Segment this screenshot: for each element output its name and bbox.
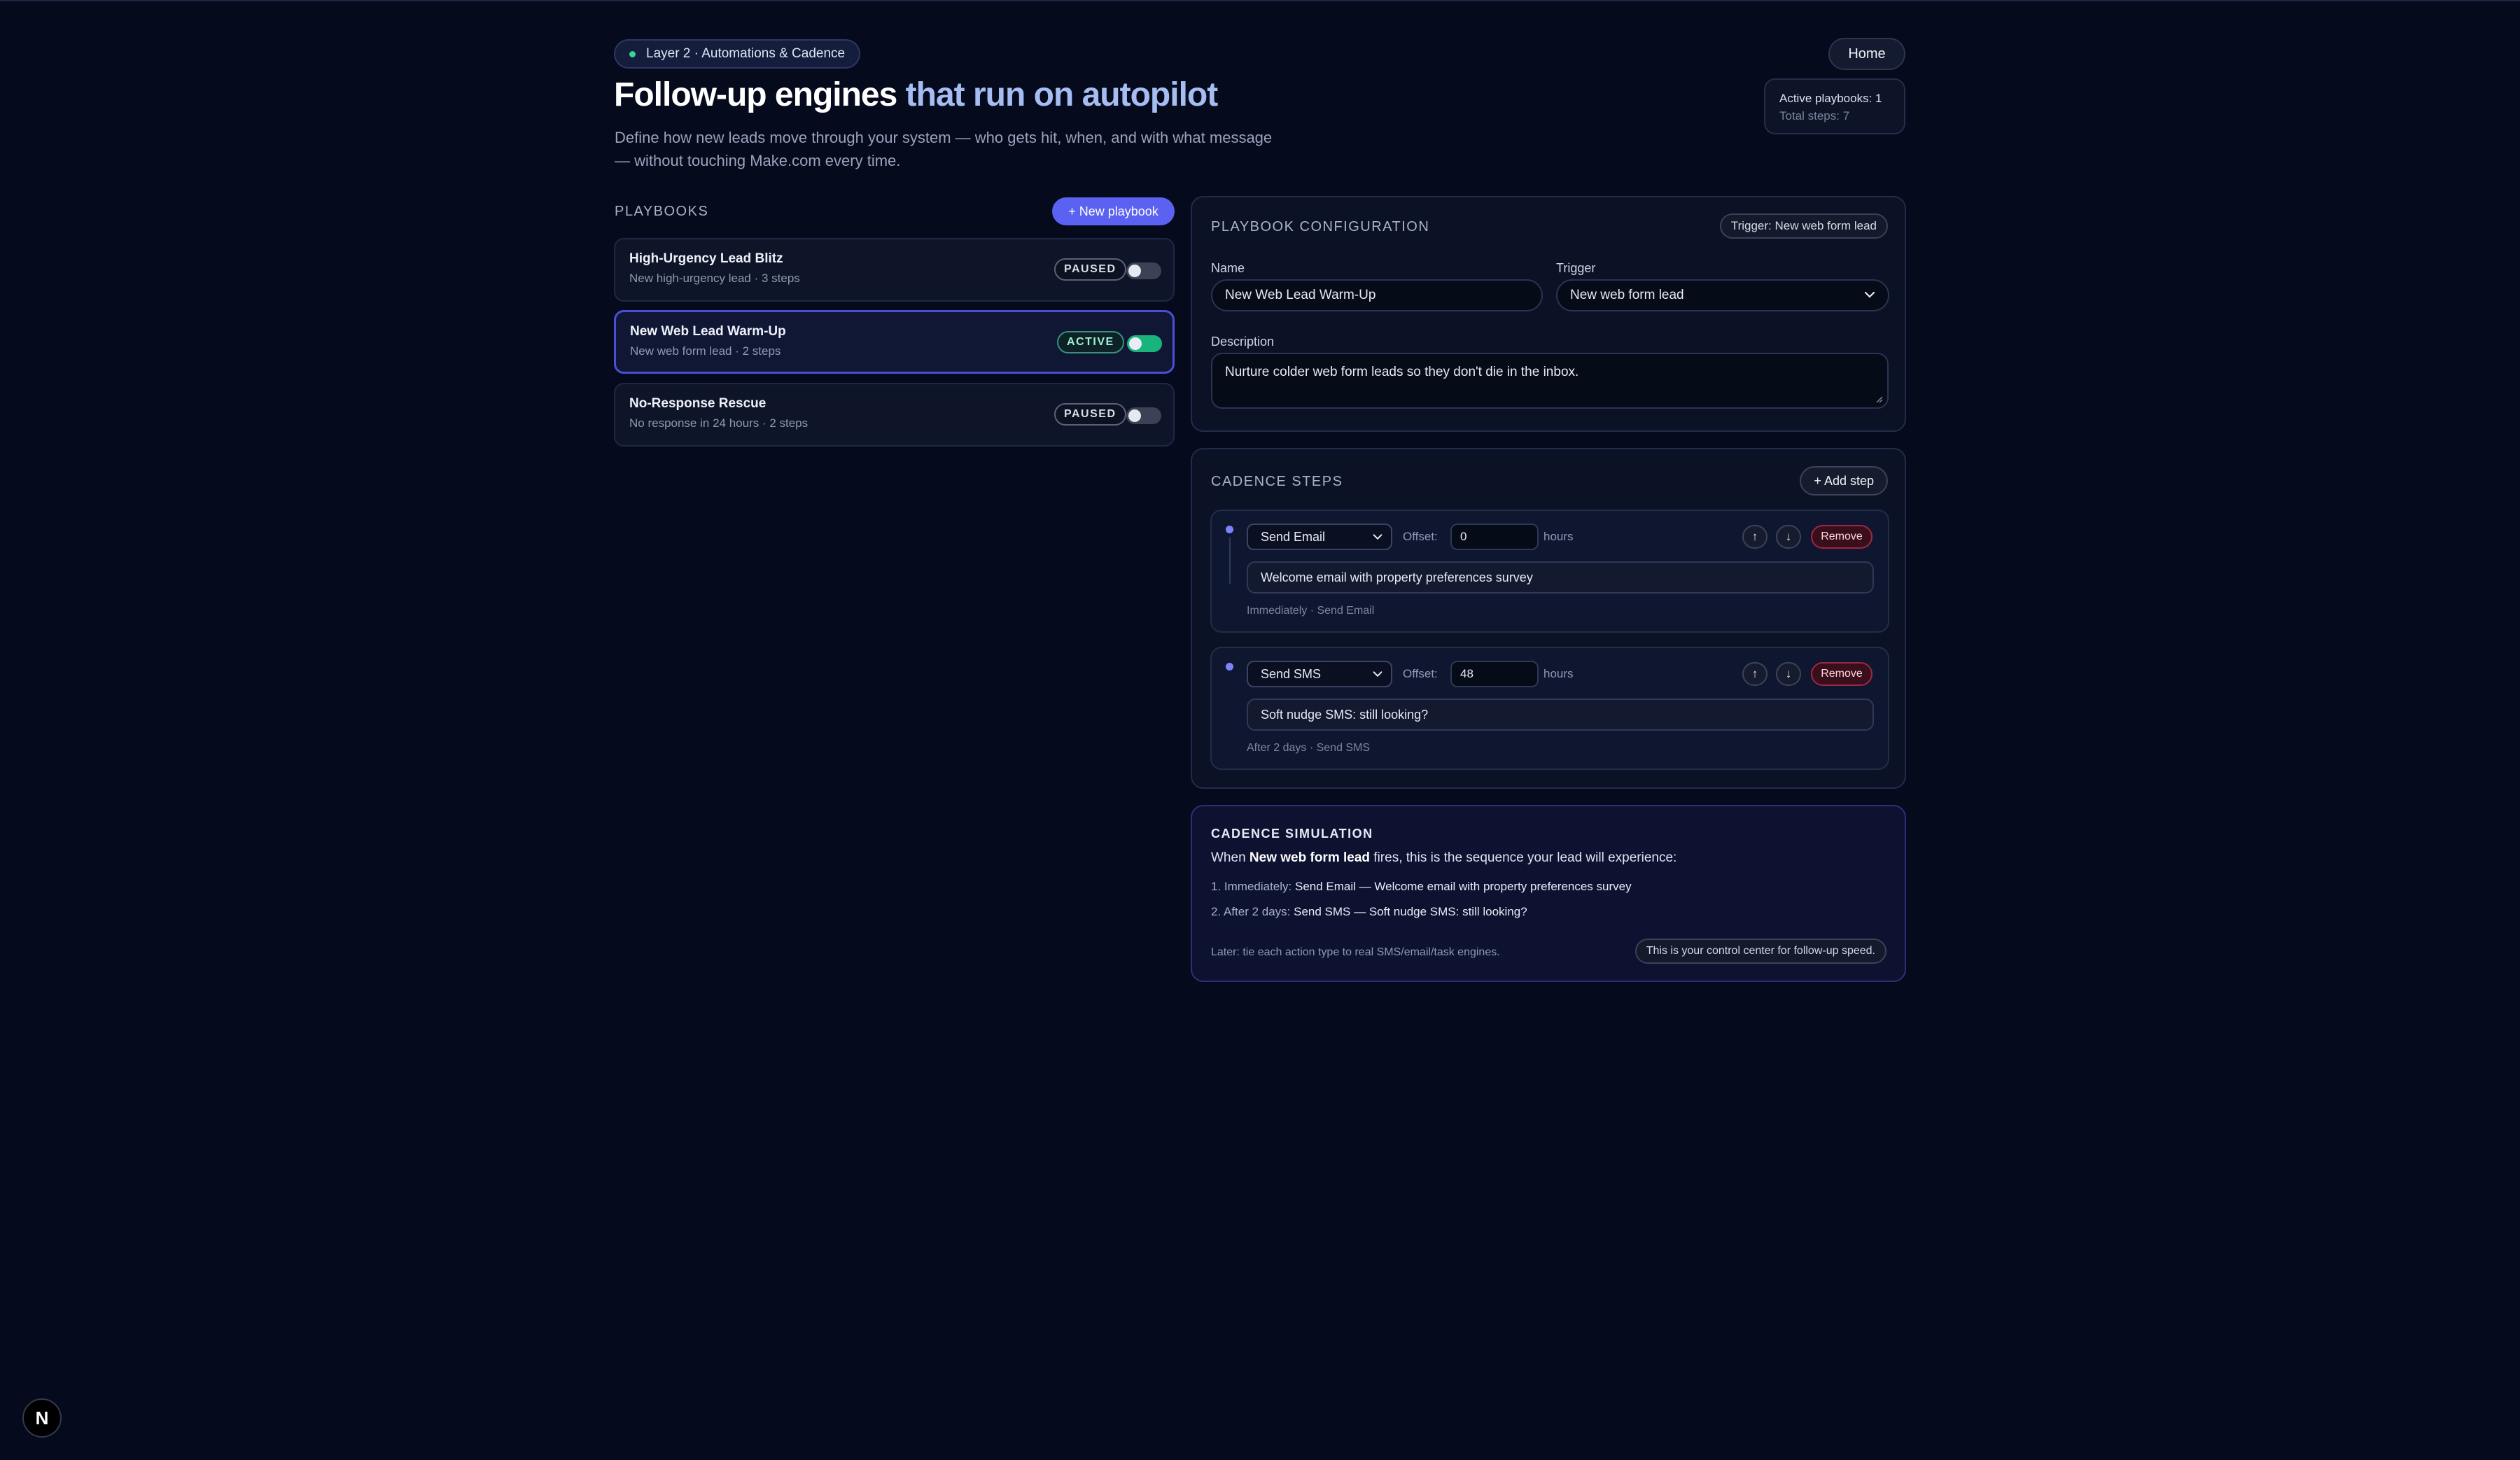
- intro-pre: When: [1211, 850, 1250, 865]
- simulation-note: Later: tie each action type to real SMS/…: [1211, 946, 1500, 958]
- sim-what: Send SMS — Soft nudge SMS: still looking…: [1294, 905, 1527, 918]
- playbook-name: High-Urgency Lead Blitz: [629, 251, 783, 266]
- sim-what: Send Email — Welcome email with property…: [1295, 880, 1632, 893]
- simulation-step: 2. After 2 days: Send SMS — Soft nudge S…: [1211, 905, 1527, 919]
- step-card: Send SMS Offset: 48 hours ↑ ↓ Remove Sof…: [1210, 647, 1889, 770]
- step-message-input[interactable]: Welcome email with property preferences …: [1247, 561, 1874, 594]
- description-label: Description: [1211, 335, 1275, 349]
- chevron-down-icon: [1373, 671, 1382, 678]
- action-select[interactable]: Send Email: [1247, 524, 1392, 550]
- add-step-button[interactable]: + Add step: [1800, 466, 1888, 496]
- offset-label: Offset:: [1403, 667, 1438, 680]
- new-playbook-button[interactable]: + New playbook: [1052, 197, 1175, 225]
- chevron-down-icon: [1373, 534, 1382, 540]
- control-center-chip: This is your control center for follow-u…: [1634, 939, 1886, 964]
- playbook-configuration-panel: PLAYBOOK CONFIGURATION Trigger: New web …: [1191, 196, 1906, 432]
- playbook-toggle[interactable]: [1127, 335, 1162, 352]
- offset-label: Offset:: [1403, 530, 1438, 543]
- move-up-button[interactable]: ↑: [1742, 525, 1768, 549]
- playbook-meta: New high-urgency lead · 3 steps: [629, 272, 800, 285]
- total-steps-stat: Total steps: 7: [1779, 109, 1850, 122]
- action-select-value: Send Email: [1261, 530, 1326, 544]
- offset-input[interactable]: 0: [1450, 524, 1539, 550]
- remove-step-button[interactable]: Remove: [1811, 525, 1872, 549]
- active-playbooks-stat: Active playbooks: 1: [1779, 92, 1882, 105]
- step-dot-icon: [1226, 663, 1233, 671]
- playbook-item[interactable]: High-Urgency Lead Blitz New high-urgency…: [614, 238, 1175, 302]
- step-dot-icon: [1226, 526, 1233, 533]
- move-down-button[interactable]: ↓: [1776, 525, 1801, 549]
- home-button[interactable]: Home: [1828, 38, 1905, 70]
- layer-tag-label: Layer 2 · Automations & Cadence: [646, 46, 846, 61]
- hours-label: hours: [1544, 667, 1574, 680]
- intro-trigger: New web form lead: [1249, 850, 1371, 865]
- playbook-meta: No response in 24 hours · 2 steps: [629, 416, 808, 430]
- status-badge: ACTIVE: [1057, 331, 1124, 353]
- action-select-value: Send SMS: [1261, 667, 1322, 681]
- action-select[interactable]: Send SMS: [1247, 661, 1392, 687]
- move-up-button[interactable]: ↑: [1742, 662, 1768, 686]
- status-dot-icon: [629, 51, 636, 57]
- description-value: Nurture colder web form leads so they do…: [1225, 365, 1579, 379]
- page-title: Follow-up engines that run on autopilot: [614, 76, 1218, 114]
- title-mid: that: [897, 76, 973, 113]
- playbook-item[interactable]: No-Response Rescue No response in 24 hou…: [614, 383, 1175, 447]
- toggle-knob: [1128, 265, 1141, 277]
- offset-input[interactable]: 48: [1450, 661, 1539, 687]
- playbook-toggle[interactable]: [1126, 407, 1161, 424]
- cadence-simulation-panel: CADENCE SIMULATION When New web form lea…: [1191, 805, 1906, 982]
- name-label: Name: [1211, 261, 1245, 275]
- playbook-name: No-Response Rescue: [629, 396, 766, 411]
- top-border: [0, 0, 2520, 1]
- playbook-item-selected[interactable]: New Web Lead Warm-Up New web form lead ·…: [614, 310, 1175, 374]
- configuration-heading: PLAYBOOK CONFIGURATION: [1211, 219, 1430, 234]
- step-message-input[interactable]: Soft nudge SMS: still looking?: [1247, 699, 1874, 731]
- timeline-connector: [1229, 538, 1231, 584]
- move-down-button[interactable]: ↓: [1776, 662, 1801, 686]
- trigger-select-value: New web form lead: [1570, 288, 1684, 302]
- status-badge: PAUSED: [1054, 403, 1126, 426]
- playbooks-heading: PLAYBOOKS: [615, 204, 709, 219]
- playbook-meta: New web form lead · 2 steps: [630, 344, 781, 358]
- step-card: Send Email Offset: 0 hours ↑ ↓ Remove We…: [1210, 510, 1889, 633]
- playbook-toggle[interactable]: [1126, 262, 1161, 279]
- layer-tag: Layer 2 · Automations & Cadence: [614, 39, 861, 69]
- toggle-knob: [1128, 409, 1141, 422]
- step-summary: Immediately · Send Email: [1247, 605, 1375, 617]
- playbook-name: New Web Lead Warm-Up: [630, 324, 786, 339]
- chevron-down-icon: [1864, 291, 1875, 298]
- remove-step-button[interactable]: Remove: [1811, 662, 1872, 686]
- title-main: Follow-up engines: [614, 76, 897, 113]
- name-input[interactable]: New Web Lead Warm-Up: [1211, 279, 1543, 311]
- sim-when: 2. After 2 days:: [1211, 905, 1294, 918]
- stats-box: Active playbooks: 1 Total steps: 7: [1764, 78, 1905, 134]
- trigger-chip: Trigger: New web form lead: [1719, 213, 1888, 239]
- cadence-steps-heading: CADENCE STEPS: [1211, 474, 1343, 489]
- cadence-steps-panel: CADENCE STEPS + Add step Send Email Offs…: [1191, 448, 1906, 789]
- resize-handle-icon[interactable]: [1875, 395, 1883, 403]
- trigger-select[interactable]: New web form lead: [1556, 279, 1889, 311]
- title-accent: run on autopilot: [972, 76, 1218, 113]
- intro-post: fires, this is the sequence your lead wi…: [1370, 850, 1677, 865]
- status-badge: PAUSED: [1054, 258, 1126, 281]
- hours-label: hours: [1544, 530, 1574, 543]
- framework-logo-button[interactable]: N: [22, 1398, 62, 1438]
- trigger-label: Trigger: [1556, 261, 1596, 275]
- sim-when: 1. Immediately:: [1211, 880, 1295, 893]
- simulation-intro: When New web form lead fires, this is th…: [1211, 850, 1676, 866]
- toggle-knob: [1129, 337, 1142, 350]
- step-summary: After 2 days · Send SMS: [1247, 742, 1371, 754]
- simulation-heading: CADENCE SIMULATION: [1211, 827, 1373, 841]
- page-subtitle: Define how new leads move through your s…: [615, 129, 1273, 169]
- simulation-step: 1. Immediately: Send Email — Welcome ema…: [1211, 880, 1632, 894]
- description-textarea[interactable]: Nurture colder web form leads so they do…: [1211, 353, 1889, 409]
